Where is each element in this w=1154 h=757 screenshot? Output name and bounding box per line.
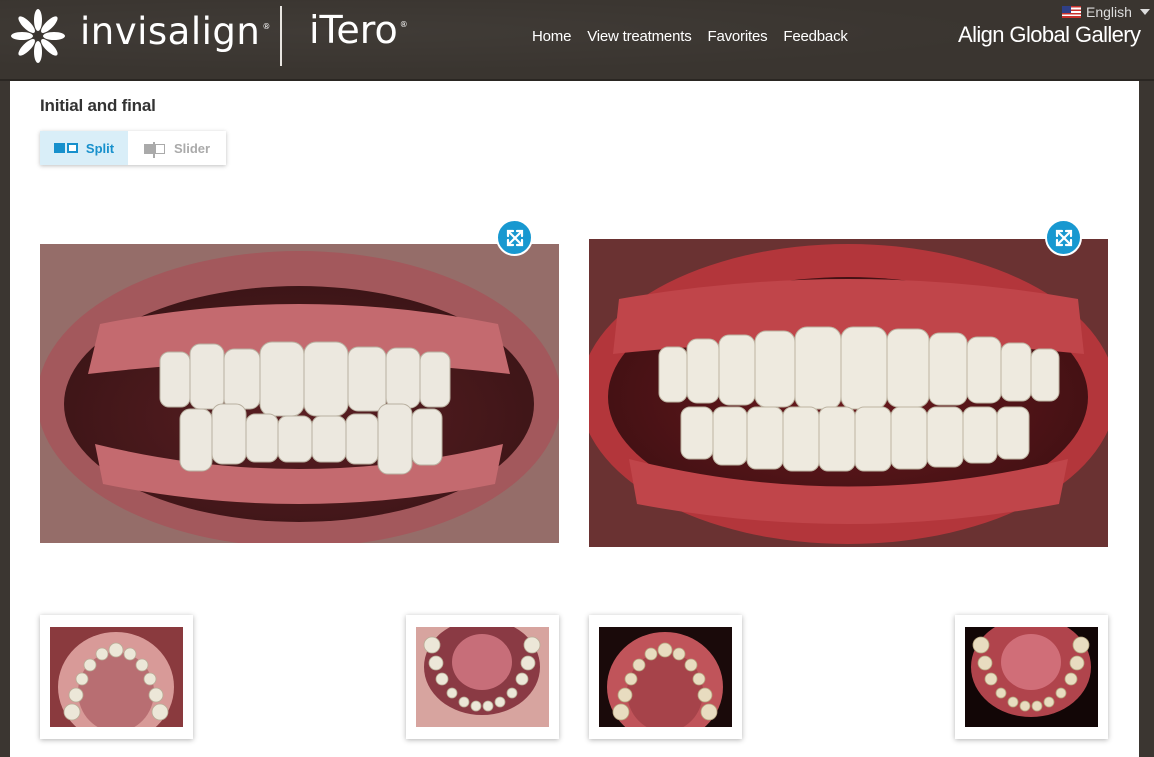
main-content: Initial and final Split Slider: [10, 81, 1139, 757]
language-label: English: [1086, 4, 1132, 20]
expand-icon: [1055, 229, 1072, 246]
initial-lower-occlusal-thumbnail[interactable]: [406, 615, 559, 739]
final-frontal-photo[interactable]: [589, 239, 1108, 547]
final-expand-button[interactable]: [1045, 219, 1082, 256]
page-title: Initial and final: [40, 96, 156, 115]
initial-upper-occlusal-thumbnail[interactable]: [40, 615, 193, 739]
site-title: Align Global Gallery: [958, 22, 1141, 47]
nav-favorites[interactable]: Favorites: [708, 28, 768, 45]
language-selector[interactable]: English: [1062, 4, 1150, 20]
nav-view-treatments[interactable]: View treatments: [587, 28, 691, 45]
top-header: invisalign ® iTero ® Home View treatments …: [0, 0, 1154, 81]
itero-wordmark[interactable]: iTero ®: [309, 8, 408, 52]
expand-icon: [506, 229, 523, 246]
invisalign-star-logo-icon[interactable]: [8, 6, 68, 66]
nav-feedback[interactable]: Feedback: [783, 28, 847, 45]
split-view-label: Split: [85, 140, 115, 156]
logo-divider: [280, 6, 282, 66]
main-nav: Home View treatments Favorites Feedback: [532, 28, 864, 45]
final-upper-occlusal-thumbnail[interactable]: [589, 615, 742, 739]
chevron-down-icon: [1139, 9, 1150, 15]
invisalign-wordmark[interactable]: invisalign ®: [80, 10, 271, 53]
nav-home[interactable]: Home: [532, 28, 571, 45]
initial-frontal-photo[interactable]: [40, 244, 559, 543]
final-lower-occlusal-thumbnail[interactable]: [955, 615, 1108, 739]
slider-view-button[interactable]: Slider: [128, 131, 226, 165]
initial-expand-button[interactable]: [496, 219, 533, 256]
split-view-button[interactable]: Split: [40, 131, 128, 165]
slider-view-icon: [143, 142, 166, 158]
slider-view-label: Slider: [173, 140, 211, 156]
us-flag-icon: [1062, 6, 1081, 18]
split-view-icon: [53, 143, 78, 153]
view-mode-toggle: Split Slider: [40, 131, 226, 165]
